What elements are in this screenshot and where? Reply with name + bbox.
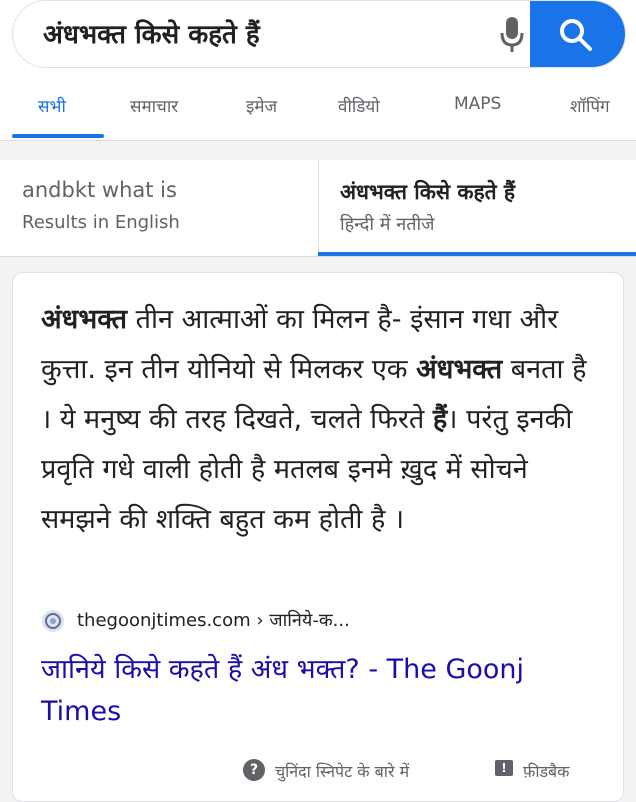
search-tabs: सभी समाचार इमेज वीडियो MAPS शॉपिंग	[0, 84, 636, 140]
hindi-query: अंधभक्त किसे कहते हैं	[340, 180, 516, 204]
tab-images[interactable]: इमेज	[246, 94, 277, 117]
english-query: andbkt what is	[22, 178, 177, 202]
tab-all[interactable]: सभी	[38, 94, 66, 117]
search-button[interactable]	[530, 1, 625, 67]
feedback-link[interactable]: फ़ीडबैक	[523, 760, 569, 782]
snippet-text: अंधभक्त तीन आत्माओं का मिलन है- इंसान गध…	[41, 295, 601, 545]
english-subtitle: Results in English	[22, 212, 180, 233]
hindi-subtitle: हिन्दी में नतीजे	[340, 214, 435, 235]
search-icon	[560, 19, 592, 51]
snippet-bold-term: अंधभक्त	[416, 354, 503, 385]
hindi-results-option[interactable]: अंधभक्त किसे कहते हैं हिन्दी में नतीजे	[318, 160, 636, 256]
tab-shopping[interactable]: शॉपिंग	[570, 94, 610, 117]
search-box[interactable]: अंधभक्त किसे कहते हैं	[12, 0, 626, 68]
language-toggle: andbkt what is Results in English अंधभक्…	[0, 160, 636, 257]
result-title-link[interactable]: जानिये किसे कहते हैं अंध भक्त? - The Goo…	[41, 649, 601, 733]
microphone-icon[interactable]	[499, 15, 525, 55]
globe-icon	[42, 610, 64, 632]
divider	[0, 140, 636, 141]
source-url[interactable]: thegoonjtimes.com › जानिये-क...	[77, 608, 350, 632]
english-results-option[interactable]: andbkt what is Results in English	[0, 160, 318, 256]
tab-maps[interactable]: MAPS	[454, 94, 501, 114]
snippet-footer: ? चुनिंदा स्निपेट के बारे में ! फ़ीडबैक	[13, 757, 625, 797]
snippet-bold-term: अंधभक्त	[41, 304, 128, 335]
help-icon[interactable]: ?	[243, 759, 265, 781]
snippet-bold-term: हैं	[432, 404, 448, 435]
tab-news[interactable]: समाचार	[130, 94, 178, 117]
tab-videos[interactable]: वीडियो	[338, 94, 380, 117]
active-tab-indicator	[12, 134, 104, 138]
active-language-indicator	[318, 252, 636, 256]
featured-snippet-card: अंधभक्त तीन आत्माओं का मिलन है- इंसान गध…	[12, 272, 624, 802]
top-bar: अंधभक्त किसे कहते हैं सभी समाचार इमेज वी…	[0, 0, 636, 140]
about-snippets-link[interactable]: चुनिंदा स्निपेट के बारे में	[275, 760, 409, 782]
search-query[interactable]: अंधभक्त किसे कहते हैं	[43, 15, 260, 51]
feedback-icon[interactable]: !	[495, 760, 513, 776]
